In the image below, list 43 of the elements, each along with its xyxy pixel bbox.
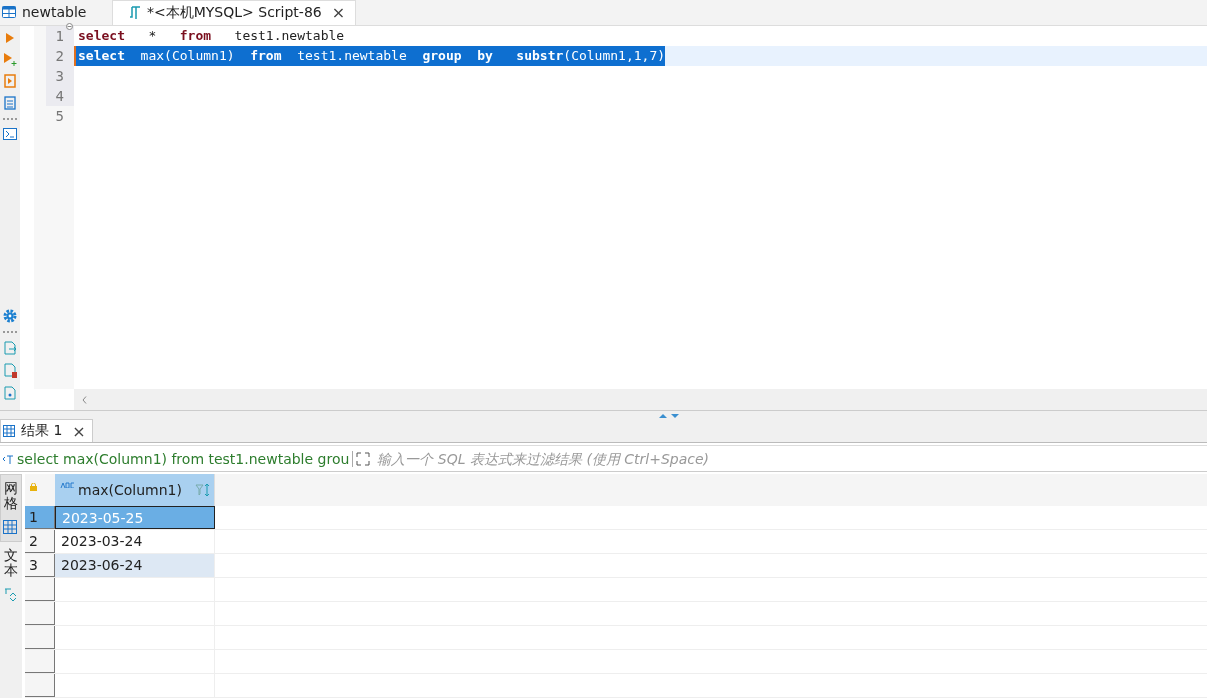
console-icon[interactable] [3,127,17,140]
table-cell[interactable]: 2023-06-24 [55,554,215,577]
row-number[interactable]: 1 [25,506,55,529]
grid-icon [3,425,15,438]
text-type-icon [60,482,76,488]
scroll-left-icon[interactable] [82,395,87,404]
editor-tab[interactable]: newtable [0,0,112,25]
row-number[interactable]: 3 [25,554,55,577]
line-number: 5 [55,106,64,126]
row-number[interactable]: 2 [25,530,55,553]
line-number: 3 [55,66,64,86]
query-text: select max(Column1) from test1.newtable grou [17,450,354,467]
file-variable-icon[interactable] [4,386,16,401]
code-line: select * from test1.newtable [77,26,345,45]
editor-tab[interactable]: *<本机MYSQL> Script-86 × [112,0,357,25]
query-text-icon [2,453,14,464]
script-run-icon[interactable] [4,73,16,88]
grid-icon [3,520,17,534]
horizontal-scrollbar[interactable] [74,389,1207,411]
fold-toggle-icon[interactable] [66,22,73,30]
expand-icon[interactable] [356,451,371,466]
column-header[interactable]: max(Column1) [55,474,215,506]
view-tab[interactable]: 网格 [0,474,22,542]
settings-icon[interactable] [3,309,17,324]
filter-input[interactable]: 输入一个 SQL 表达式来过滤结果 (使用 Ctrl+Space) [373,449,1207,468]
filter-sort-icon[interactable] [195,483,211,497]
play-icon[interactable] [5,31,15,44]
script-icon [129,5,141,20]
text-format-icon [4,588,16,602]
line-number: 1 [55,26,64,46]
collapse-arrows-icon[interactable] [657,413,680,420]
line-number: 2 [55,46,64,66]
file-error-icon[interactable] [3,363,17,379]
results-tab[interactable]: 结果 1 × [0,419,93,443]
document-icon[interactable] [4,95,16,110]
play-plus-icon[interactable] [3,51,17,66]
line-number: 4 [55,86,64,106]
view-tab[interactable]: 文本 [0,542,22,594]
close-icon[interactable]: × [331,3,346,23]
lock-icon [30,483,37,491]
table-cell[interactable]: 2023-03-24 [55,530,215,553]
file-export-icon[interactable] [3,341,17,356]
close-icon[interactable]: × [72,421,86,441]
